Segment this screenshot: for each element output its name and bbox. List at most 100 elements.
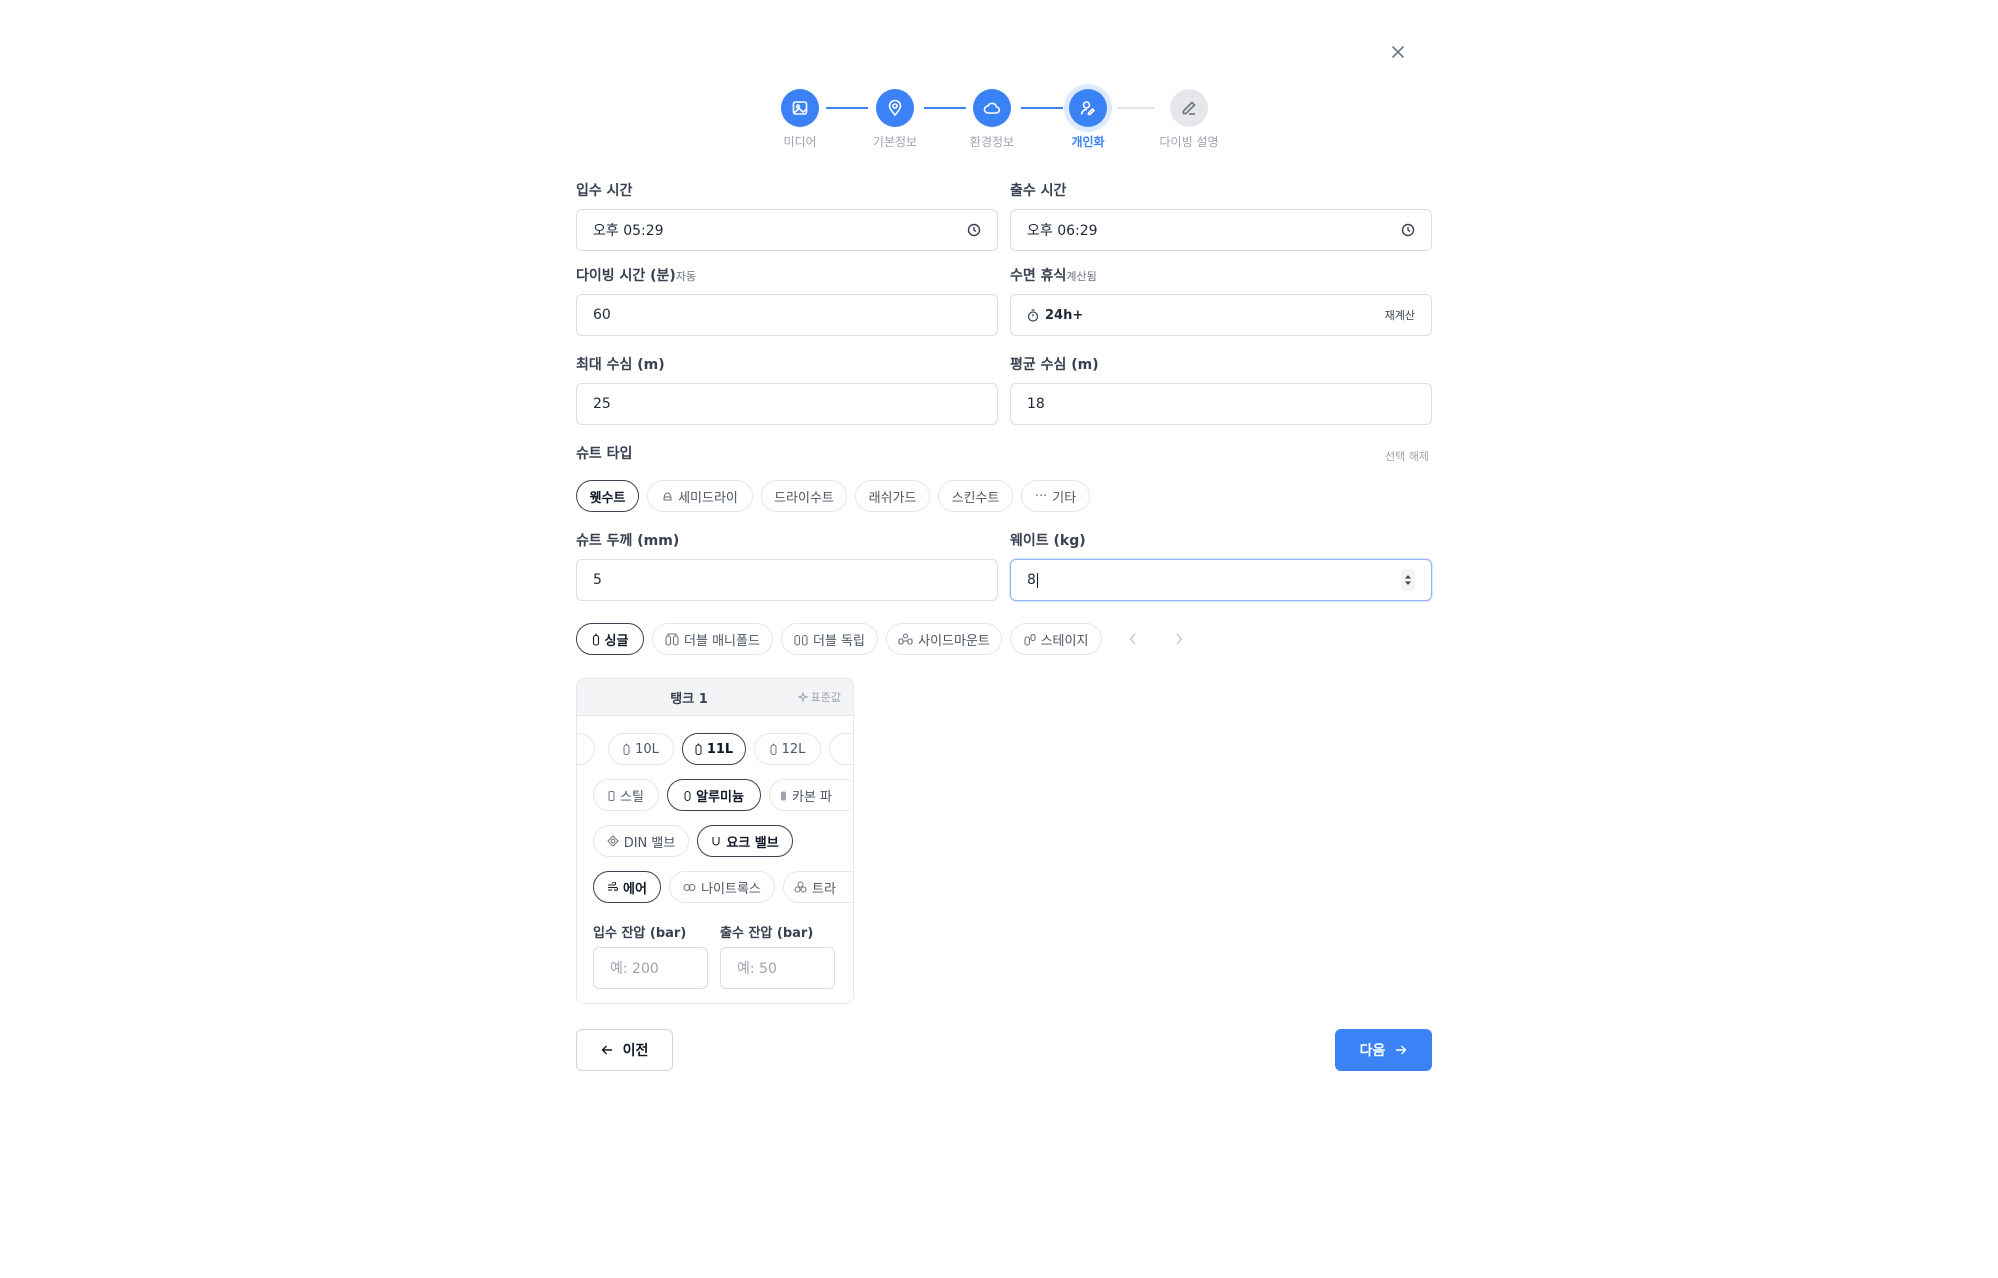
tank-gas-label: 나이트록스 [701,881,761,897]
entry-time-field[interactable]: 오후 05:29 [576,209,998,251]
nitrox-icon [683,883,696,892]
tank-size-label: 11L [706,741,734,757]
suit-chip-label: 스킨수트 [951,490,1000,506]
end-pressure-label: 출수 잔압 (bar) [720,926,814,941]
suit-chip-drysuit[interactable]: 드라이수트 [761,480,847,512]
tank-gas-label: 트라 [812,881,836,897]
step-label: 미디어 [783,135,817,149]
tank-config-label: 사이드마운트 [918,633,990,649]
tank-size-chip-next[interactable] [829,733,853,765]
exit-time-field[interactable]: 오후 06:29 [1010,209,1432,251]
tank-size-chip-12l[interactable]: 12L [754,733,821,765]
tank-config-single[interactable]: 싱글 [576,623,644,655]
tank-material-aluminum[interactable]: 알루미늄 [667,779,761,811]
recalculate-button[interactable]: 재계산 [1385,307,1415,323]
surface-interval-label: 수면 휴식계산됨 [1010,265,1097,285]
din-valve-icon [606,835,619,847]
step-basic-info[interactable]: 기본정보 [840,89,950,150]
tank-title: 탱크 1 [670,692,708,707]
tank-gas-nitrox[interactable]: 나이트록스 [669,871,775,903]
semidry-icon [662,491,673,502]
step-personalization[interactable]: 개인화 [1033,89,1143,150]
arrow-right-icon [1396,1045,1407,1055]
suit-thickness-input[interactable]: 5 [576,559,998,601]
dive-time-input[interactable]: 60 [576,294,998,336]
weight-value-text: 8 [1027,572,1036,588]
suit-chip-wetsuit[interactable]: 웻수트 [576,480,639,512]
exit-time-label: 출수 시간 [1010,183,1067,199]
image-icon [781,89,819,127]
prev-button[interactable]: 이전 [576,1029,673,1071]
dive-time-value: 60 [593,307,611,323]
close-button[interactable] [1384,38,1412,66]
tank-valve-yoke[interactable]: 요크 밸브 [697,825,793,857]
surface-interval-calc-badge: 계산됨 [1066,270,1097,283]
tank-size-chip-11l[interactable]: 11L [682,733,746,765]
timer-icon [1027,308,1039,322]
tank-valve-label: 요크 밸브 [726,835,779,851]
suit-chip-label: 래쉬가드 [868,490,917,506]
step-label: 다이빙 설명 [1159,135,1219,149]
end-pressure-input[interactable]: 예: 50 [720,947,835,989]
tank-valve-din[interactable]: DIN 밸브 [593,825,689,857]
scroll-left-button[interactable] [1123,629,1143,649]
end-pressure-placeholder: 예: 50 [737,961,777,977]
tank-config-double-manifold[interactable]: 더블 매니폴드 [652,623,773,655]
weight-input[interactable]: 8 [1010,559,1432,601]
clock-icon[interactable] [967,223,981,237]
tank-card-header: 탱크 1 표준값 [577,679,853,716]
number-spinner[interactable] [1401,569,1415,591]
clock-icon[interactable] [1401,223,1415,237]
single-tank-icon [592,633,600,646]
max-depth-value: 25 [593,396,611,412]
stage-tank-icon [1024,633,1036,646]
tank-size-chip-prev[interactable] [577,733,595,765]
exit-time-value: 오후 06:29 [1027,223,1098,239]
avg-depth-value: 18 [1027,396,1045,412]
scroll-right-button[interactable] [1169,629,1189,649]
tank-gas-trimix[interactable]: 트라 [783,871,853,903]
tank-config-double-independent[interactable]: 더블 독립 [781,623,878,655]
dive-time-label-text: 다이빙 시간 (분) [576,268,676,284]
suit-chip-skinsuit[interactable]: 스킨수트 [938,480,1013,512]
yoke-valve-icon [711,836,721,847]
tank-material-carbon[interactable]: 카본 파 [769,779,853,811]
surface-interval-field: 24h+ 재계산 [1010,294,1432,336]
double-manifold-icon [665,632,679,646]
tank-gas-air[interactable]: 에어 [593,871,661,903]
surface-interval-value: 24h+ [1045,307,1084,323]
tank-icon [623,743,630,755]
pencil-icon [1170,89,1208,127]
max-depth-input[interactable]: 25 [576,383,998,425]
clear-selection-link[interactable]: 선택 해제 [1385,448,1429,464]
aluminum-tank-icon [684,790,691,801]
start-pressure-label: 입수 잔압 (bar) [593,926,687,941]
sparkle-icon [797,692,808,702]
preset-button[interactable]: 표준값 [797,689,841,705]
step-label: 환경정보 [969,135,1015,149]
tank-card-body: 10L 11L 12L 스틸 알루미늄 카본 파 DIN 밸브 요크 밸브 에어… [577,716,853,1003]
tank-config-stage[interactable]: 스테이지 [1010,623,1102,655]
map-pin-icon [876,89,914,127]
suit-chip-label: 기타 [1052,490,1077,506]
tank-config-sidemount[interactable]: 사이드마운트 [886,623,1002,655]
step-dive-description[interactable]: 다이빙 설명 [1134,89,1244,150]
avg-depth-input[interactable]: 18 [1010,383,1432,425]
step-media[interactable]: 미디어 [745,89,855,150]
start-pressure-input[interactable]: 예: 200 [593,947,708,989]
suit-chip-rashguard[interactable]: 래쉬가드 [855,480,930,512]
tank-size-chip-10l[interactable]: 10L [608,733,674,765]
tank-material-steel[interactable]: 스틸 [593,779,659,811]
step-environment[interactable]: 환경정보 [937,89,1047,150]
suit-thickness-value: 5 [593,572,602,588]
suit-type-label: 슈트 타입 [576,446,633,462]
more-dots-icon: ··· [1034,488,1048,504]
dive-time-auto-badge: 자동 [675,270,697,283]
suit-chip-semidry[interactable]: 세미드라이 [647,480,753,512]
next-button[interactable]: 다음 [1335,1029,1432,1071]
text-cursor [1036,572,1038,588]
suit-thickness-label: 슈트 두께 (mm) [576,533,680,549]
surface-interval-label-text: 수면 휴식 [1010,268,1067,284]
dive-time-label: 다이빙 시간 (분)자동 [576,265,696,285]
suit-chip-other[interactable]: ··· 기타 [1021,480,1090,512]
